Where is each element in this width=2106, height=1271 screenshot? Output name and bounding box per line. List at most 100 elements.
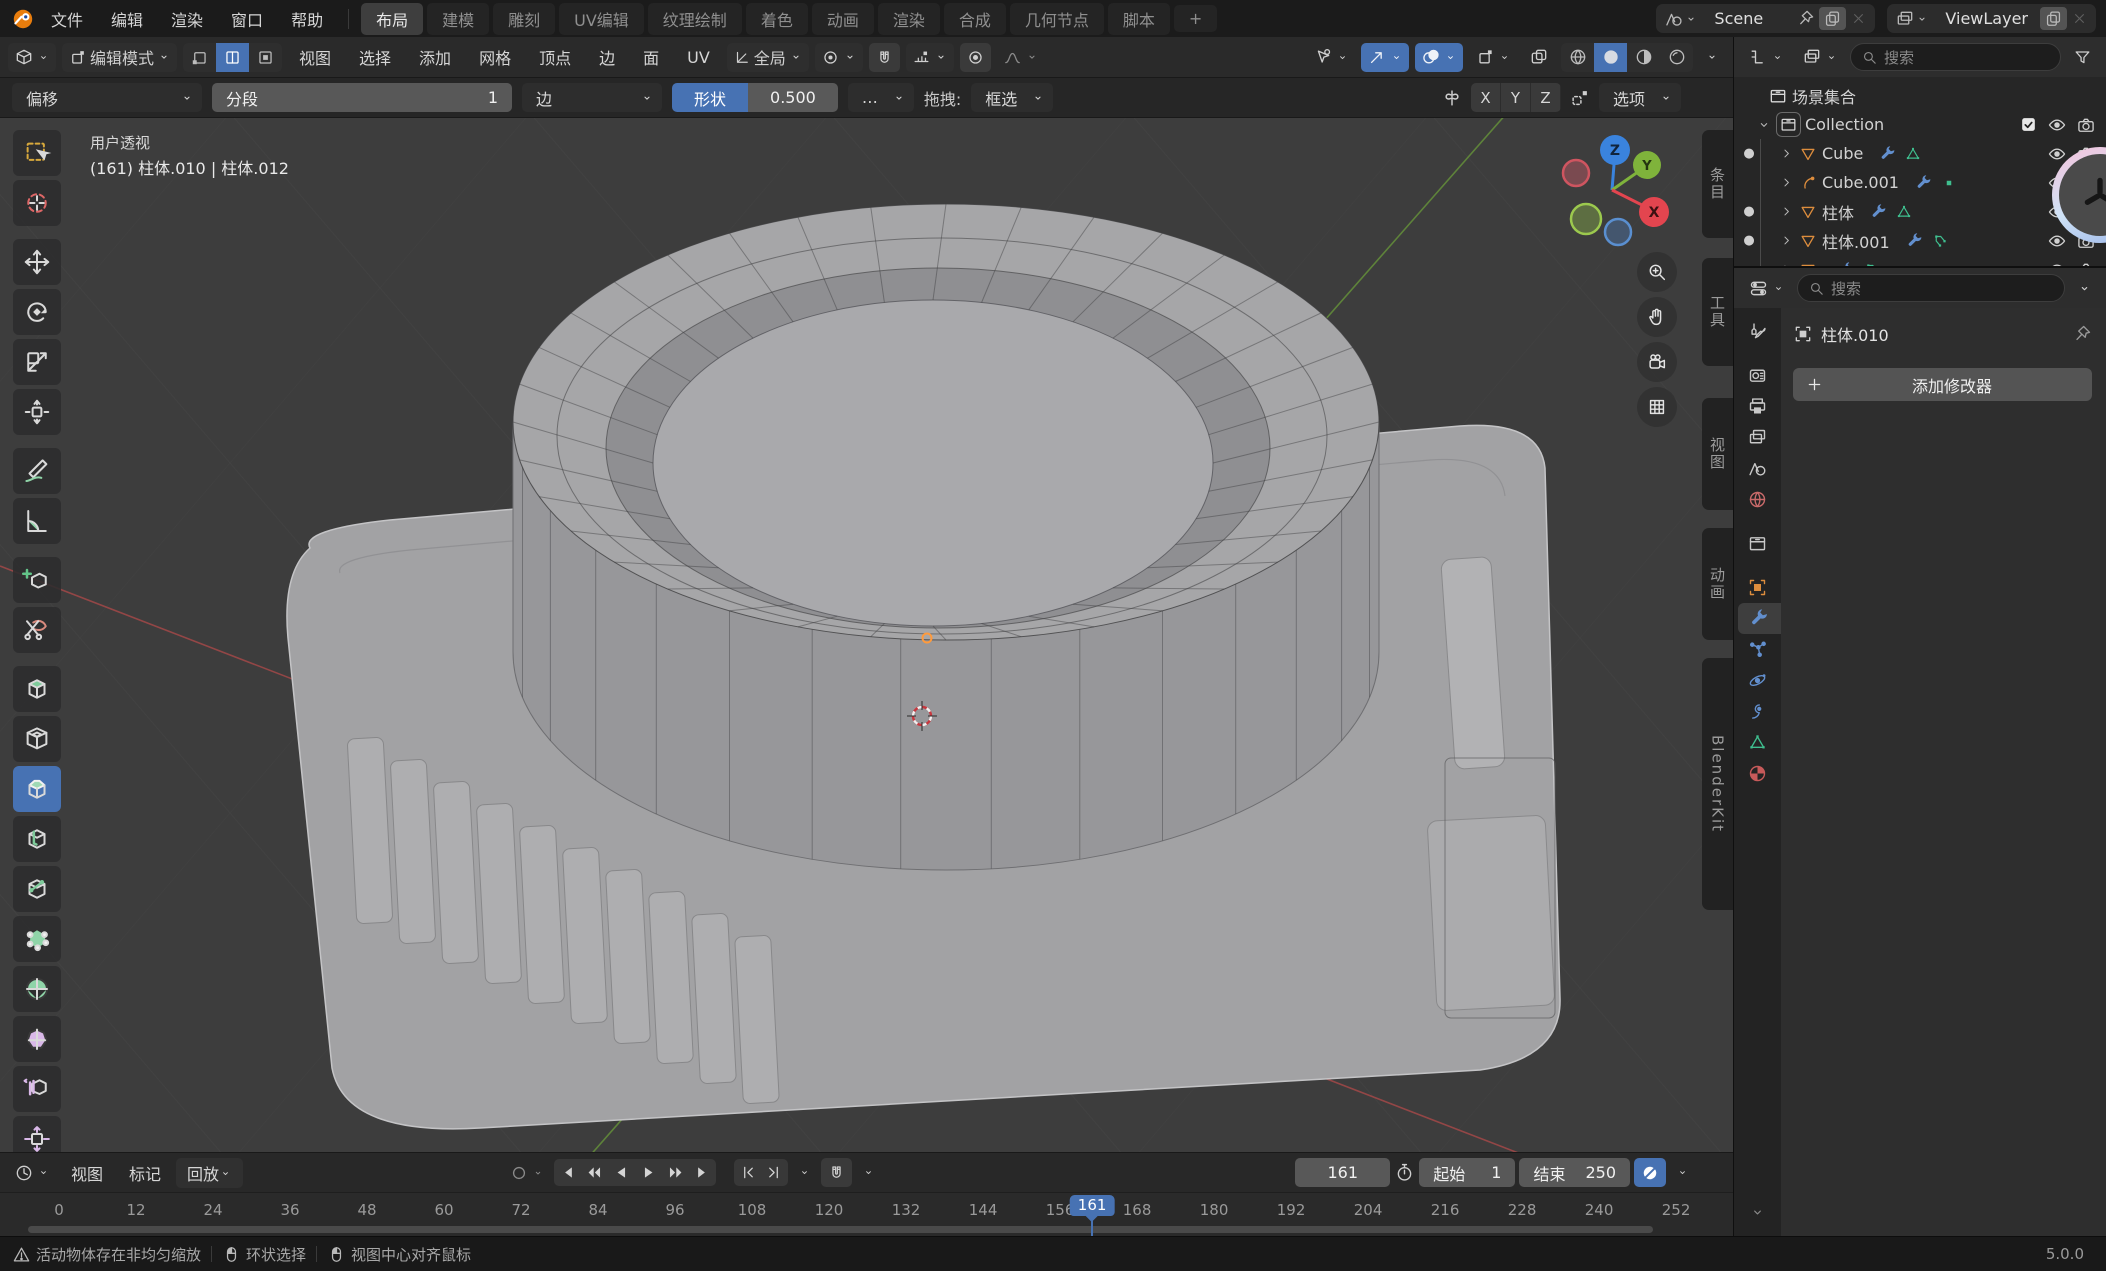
mirror-axis-y[interactable]: Y <box>1501 83 1531 112</box>
mode-selector[interactable]: 编辑模式 <box>62 43 177 72</box>
autokey-toggle[interactable] <box>503 1158 550 1187</box>
outliner-filter-button[interactable] <box>2067 43 2098 72</box>
shape-slider[interactable]: 形状0.500 <box>672 83 838 112</box>
properties-tab-world[interactable] <box>1734 484 1781 515</box>
tool-annotate[interactable] <box>13 448 61 494</box>
viewport-menu-1[interactable]: 选择 <box>348 42 402 72</box>
jump-to-end-button[interactable] <box>689 1159 716 1186</box>
tool-smooth[interactable] <box>13 1016 61 1062</box>
face-select-button[interactable] <box>249 43 282 72</box>
properties-tab-modifier[interactable] <box>1738 603 1781 634</box>
tool-bevel[interactable] <box>13 766 61 812</box>
workspace-tab-11[interactable]: + <box>1174 5 1217 32</box>
side-tab-1[interactable]: 条目 <box>1702 130 1733 238</box>
properties-pin-button[interactable] <box>2072 324 2092 344</box>
workspace-tab-2[interactable]: 雕刻 <box>493 3 555 35</box>
tool-measure[interactable] <box>13 498 61 544</box>
viewport-menu-3[interactable]: 网格 <box>468 42 522 72</box>
tool-shrink-fatten[interactable] <box>13 1116 61 1152</box>
shading-rendered-button[interactable] <box>1660 43 1693 72</box>
topbar-menu-0[interactable]: 文件 <box>38 4 96 34</box>
orientation-selector[interactable]: 全局 <box>727 43 809 72</box>
current-frame-field[interactable]: 161 <box>1295 1158 1390 1187</box>
timeline-scrollbar[interactable] <box>28 1226 1653 1233</box>
side-tab-4[interactable]: 动画 <box>1702 528 1733 640</box>
scene-collection-row[interactable]: 场景集合 <box>1734 81 2106 110</box>
pointer-circle-button[interactable] <box>1307 43 1355 72</box>
end-frame-field[interactable]: 结束250 <box>1519 1158 1630 1187</box>
jump-to-start-button[interactable] <box>554 1159 581 1186</box>
properties-tab-particles[interactable] <box>1734 634 1781 665</box>
viewport-menu-7[interactable]: UV <box>676 45 721 70</box>
timeline-menu-2[interactable]: 回放 <box>176 1158 243 1188</box>
timeline-menu-1[interactable]: 标记 <box>118 1158 172 1188</box>
snap-target-selector[interactable] <box>906 43 954 72</box>
pivot-selector[interactable] <box>815 43 863 72</box>
viewport-menu-2[interactable]: 添加 <box>408 42 462 72</box>
properties-tab-material[interactable] <box>1734 758 1781 789</box>
workspace-tab-1[interactable]: 建模 <box>427 3 489 35</box>
breadcrumb-object-name[interactable]: 柱体.010 <box>1821 322 1889 346</box>
prev-frame-button[interactable] <box>734 1159 761 1186</box>
tool-edge-slide[interactable] <box>13 1066 61 1112</box>
properties-editor-type-button[interactable] <box>1742 274 1791 303</box>
tool-extrude[interactable] <box>13 666 61 712</box>
object-row-2[interactable]: Cube.001 <box>1734 168 2106 197</box>
outliner-display-mode-button[interactable] <box>1796 43 1844 72</box>
tool-move[interactable] <box>13 239 61 285</box>
tool-loop-cut[interactable] <box>13 816 61 862</box>
properties-tab-viewlayer[interactable] <box>1734 422 1781 453</box>
timeline-menu-0[interactable]: 视图 <box>60 1158 114 1188</box>
workspace-tab-10[interactable]: 脚本 <box>1108 3 1170 35</box>
shading-wireframe-button[interactable] <box>1561 43 1594 72</box>
topbar-menu-3[interactable]: 窗口 <box>218 4 276 34</box>
properties-tabs-overflow[interactable] <box>1734 1197 1781 1228</box>
axis-gizmo[interactable]: Z Y X <box>1542 120 1692 270</box>
timeline-editor-type-button[interactable] <box>8 1158 56 1187</box>
object-row-5[interactable] <box>1734 255 2106 266</box>
affect-dropdown[interactable]: 边 <box>522 83 662 112</box>
gizmo-arrow-button[interactable] <box>1361 43 1409 72</box>
viewlayer-type-button[interactable] <box>1891 9 1933 29</box>
shading-dropdown[interactable] <box>1699 43 1725 72</box>
object-row-4[interactable]: ●柱体.001 <box>1734 226 2106 255</box>
shading-solid-button[interactable] <box>1594 43 1627 72</box>
scene-pin-button[interactable] <box>1792 9 1819 28</box>
vertex-box-button[interactable] <box>1469 43 1517 72</box>
outliner-editor-type-button[interactable] <box>1742 43 1790 72</box>
properties-options-button[interactable] <box>2071 274 2098 303</box>
tool-scale[interactable] <box>13 339 61 385</box>
proportional-edit-toggle[interactable] <box>960 43 991 72</box>
timeline-keying-dropdown[interactable] <box>1670 1158 1695 1187</box>
playhead[interactable]: 161 <box>1070 1195 1115 1216</box>
options-dropdown[interactable]: 选项 <box>1599 83 1681 112</box>
offset-dropdown[interactable]: 偏移 <box>12 83 202 112</box>
topbar-menu-2[interactable]: 渲染 <box>158 4 216 34</box>
tool-rotate[interactable] <box>13 289 61 335</box>
properties-tab-collection[interactable] <box>1734 528 1781 559</box>
topbar-menu-1[interactable]: 编辑 <box>98 4 156 34</box>
properties-tab-constraint[interactable] <box>1734 696 1781 727</box>
editor-type-button[interactable] <box>8 43 56 72</box>
scene-name[interactable]: Scene <box>1702 9 1792 28</box>
viewlayer-selector[interactable]: ViewLayer <box>1887 4 2096 33</box>
viewport-menu-4[interactable]: 顶点 <box>528 42 582 72</box>
play-reverse-button[interactable] <box>608 1159 635 1186</box>
object-row-3[interactable]: ●柱体 <box>1734 197 2106 226</box>
xray-squares-button[interactable] <box>1523 43 1555 72</box>
viewlayer-remove-button[interactable] <box>2067 10 2092 27</box>
viewlayer-new-button[interactable] <box>2040 7 2067 30</box>
vertex-select-button[interactable] <box>183 43 216 72</box>
viewport-menu-5[interactable]: 边 <box>588 42 626 72</box>
side-tab-2[interactable]: 工具 <box>1702 258 1733 366</box>
add-modifier-button[interactable]: 添加修改器 <box>1793 368 2092 401</box>
viewport-zoom-button[interactable] <box>1637 252 1677 292</box>
tool-select-box[interactable] <box>13 130 61 176</box>
outliner-search-input[interactable]: 搜索 <box>1850 43 2061 71</box>
timeline-snap-dropdown[interactable] <box>856 1158 881 1187</box>
properties-tab-data[interactable] <box>1734 727 1781 758</box>
viewport-menu-6[interactable]: 面 <box>632 42 670 72</box>
shading-material-button[interactable] <box>1627 43 1660 72</box>
tool-knife[interactable] <box>13 866 61 912</box>
3d-viewport[interactable]: 用户透视 (161) 柱体.010 | 柱体.012 Z Y X 条目工具视图动… <box>0 118 1733 1152</box>
